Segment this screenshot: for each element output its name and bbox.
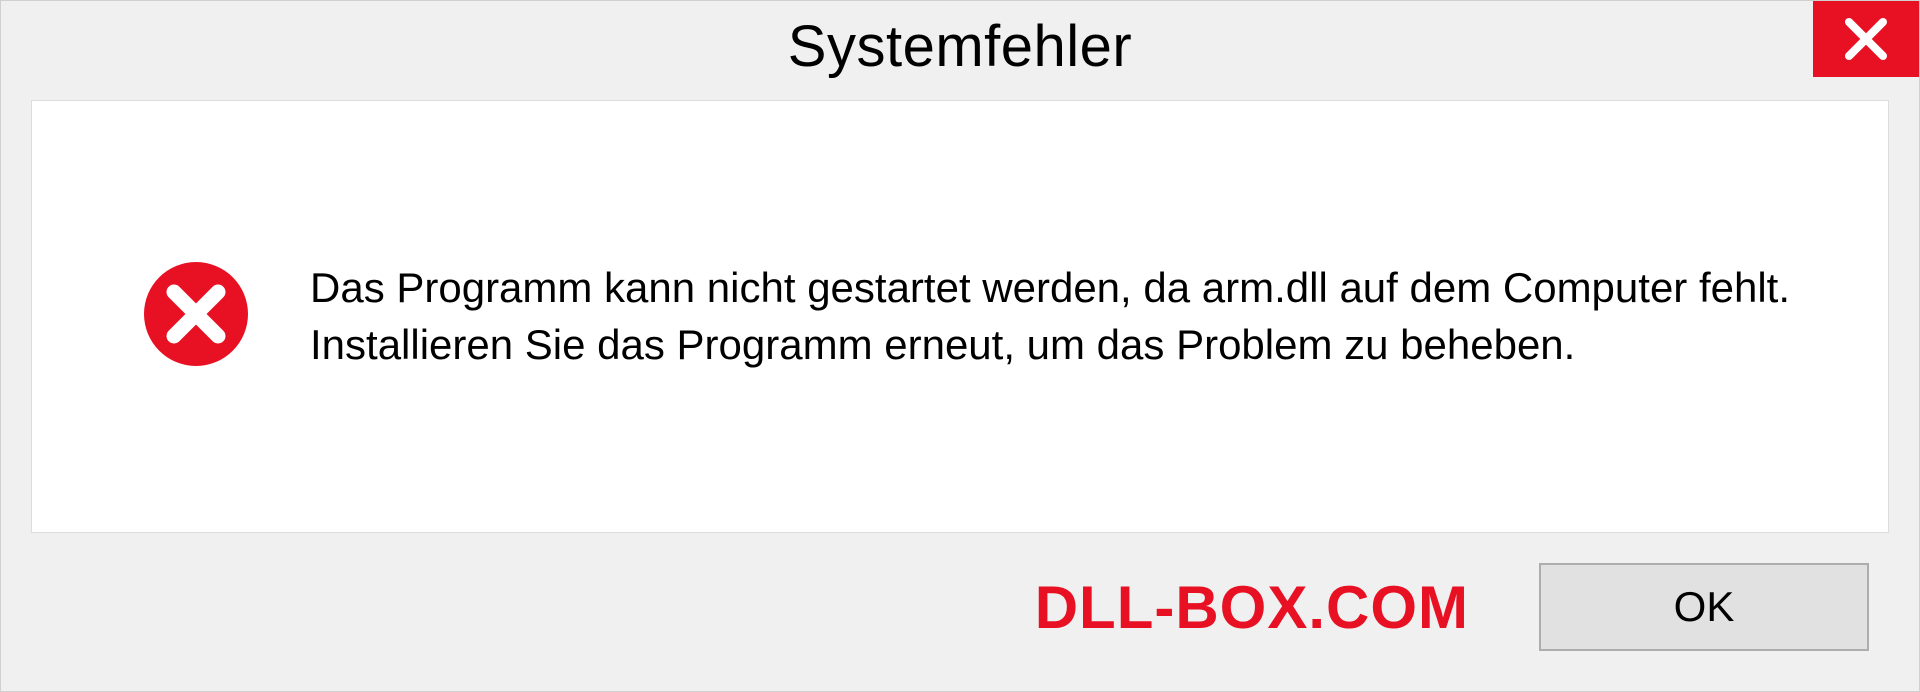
error-icon-wrap	[142, 260, 250, 373]
content-area: Das Programm kann nicht gestartet werden…	[31, 100, 1889, 533]
close-icon	[1843, 16, 1889, 62]
dialog-title: Systemfehler	[788, 13, 1132, 80]
titlebar: Systemfehler	[1, 1, 1919, 100]
ok-button[interactable]: OK	[1539, 563, 1869, 651]
error-dialog: Systemfehler Das Programm kann nicht ges…	[0, 0, 1920, 692]
error-icon	[142, 260, 250, 368]
footer: DLL-BOX.COM OK	[1, 563, 1919, 691]
close-button[interactable]	[1813, 1, 1919, 77]
watermark-text: DLL-BOX.COM	[1035, 573, 1469, 642]
error-message: Das Programm kann nicht gestartet werden…	[310, 260, 1808, 373]
